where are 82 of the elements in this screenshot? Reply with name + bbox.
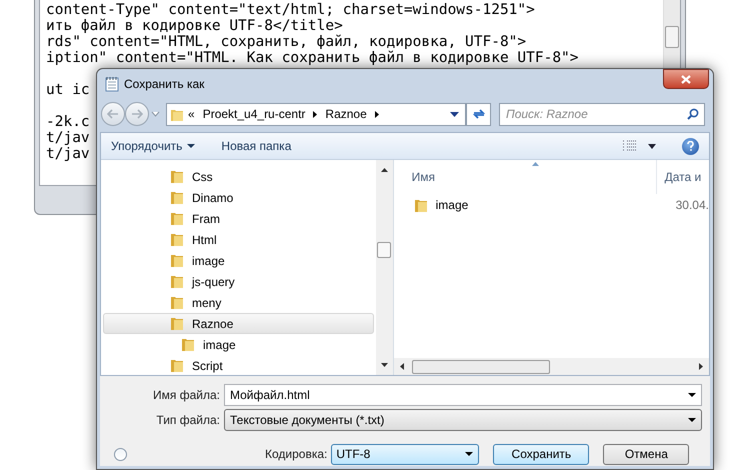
address-bar[interactable]: « Proekt_u4_ru-centr Raznoe <box>166 102 466 126</box>
folder-icon <box>170 253 184 268</box>
code-line: iption" content="HTML. Как сохранить файл в кодировке UTF-8"> <box>46 50 579 66</box>
view-list-icon <box>622 139 638 153</box>
folder-icon <box>181 337 195 352</box>
folder-tree-item[interactable]: Css <box>103 166 374 187</box>
scroll-right-icon <box>699 363 703 370</box>
folder-tree-item[interactable]: Html <box>103 229 374 250</box>
new-folder-button[interactable]: Новая папка <box>221 137 292 155</box>
file-date: 30.04. <box>674 197 709 214</box>
file-name[interactable]: image <box>436 196 668 214</box>
folder-icon <box>170 190 184 205</box>
column-header[interactable]: Имя <box>412 168 656 186</box>
dropdown-arrow-icon <box>450 112 459 116</box>
folder-icon <box>170 232 184 247</box>
folder-tree-item[interactable]: image <box>103 250 374 271</box>
back-arrow-icon <box>107 109 119 119</box>
field-label: Тип файла: <box>155 412 221 429</box>
question-mark-icon <box>687 141 694 151</box>
forward-button[interactable] <box>125 102 149 126</box>
refresh-arrows-icon <box>472 108 486 120</box>
scroll-left-icon <box>400 363 404 370</box>
folder-icon <box>170 358 184 373</box>
organize-menu-button[interactable]: Упорядочить <box>111 137 196 155</box>
window-title: Сохранить как <box>124 76 204 93</box>
folder-icon <box>170 169 184 184</box>
field-label: Имя файла: <box>152 387 221 404</box>
save-button[interactable]: Сохранить <box>493 444 590 464</box>
field-label: Кодировка: <box>265 446 328 463</box>
folder-tree-item[interactable]: image <box>103 334 374 355</box>
chevron-icon[interactable] <box>374 110 379 118</box>
code-line: -2k.c <box>46 114 90 130</box>
forward-arrow-icon <box>131 109 143 119</box>
search-field[interactable]: Поиск: Raznoe <box>499 102 705 126</box>
sort-arrow-icon <box>532 162 539 166</box>
breadcrumb-overflow[interactable]: « <box>188 105 195 123</box>
scroll-down-icon <box>380 363 388 367</box>
folder-tree-item[interactable]: Script <box>103 355 374 376</box>
folder-tree-item[interactable]: js-query <box>103 271 374 292</box>
dropdown-arrow-icon[interactable] <box>688 393 696 397</box>
code-line: t/jav <box>46 130 90 146</box>
folder-tree-item[interactable]: Fram <box>103 208 374 229</box>
scroll-up-icon <box>380 168 388 172</box>
scroll-thumb[interactable] <box>377 242 392 258</box>
caret-icon <box>187 144 196 148</box>
horizontal-scrollbar[interactable] <box>394 358 709 375</box>
close-button[interactable] <box>663 69 709 89</box>
scroll-thumb[interactable] <box>665 26 679 48</box>
code-line: ut ic <box>46 82 90 98</box>
dropdown-arrow-icon <box>648 144 656 148</box>
code-line: ить файл в кодировке UTF-8</title> <box>46 18 343 34</box>
refresh-button[interactable] <box>466 102 491 126</box>
breadcrumb[interactable]: Raznoe <box>325 105 367 123</box>
back-button[interactable] <box>101 102 125 126</box>
close-icon <box>681 74 691 84</box>
folder-tree-item[interactable]: Raznoe <box>103 313 374 334</box>
folder-icon <box>170 211 184 226</box>
chevron-icon[interactable] <box>313 110 318 118</box>
search-icon <box>687 108 699 120</box>
folder-tree-item[interactable]: meny <box>103 292 374 313</box>
help-button[interactable] <box>682 138 699 154</box>
folder-icon <box>170 316 184 331</box>
code-line: content-Type" content="text/html; charset=windows-1251"> <box>46 2 535 18</box>
folder-icon <box>170 295 184 310</box>
folder-icon <box>414 198 428 212</box>
notepad-icon <box>105 76 119 92</box>
folder-icon <box>170 274 184 289</box>
file-name-field[interactable]: Мойфайл.html <box>224 384 702 406</box>
radio-button[interactable] <box>114 448 127 460</box>
scroll-thumb[interactable] <box>412 360 550 374</box>
code-line: t/jav <box>46 146 90 162</box>
dropdown-arrow-icon <box>688 418 696 422</box>
file-type-dropdown[interactable]: Текстовые документы (*.txt) <box>224 409 702 431</box>
cancel-button[interactable]: Отмена <box>603 444 690 464</box>
scrollbar[interactable] <box>376 160 393 375</box>
folder-tree-item[interactable]: Dinamo <box>103 187 374 208</box>
dropdown-arrow-icon <box>465 452 474 456</box>
column-header[interactable]: Дата и <box>656 160 702 194</box>
dropdown-arrow-icon <box>151 111 160 117</box>
breadcrumb[interactable]: Proekt_u4_ru-centr <box>202 105 306 123</box>
encoding-dropdown[interactable]: UTF-8 <box>331 444 480 464</box>
code-line: rds" content="HTML, сохранить, файл, кодировка, UTF-8"> <box>46 34 526 50</box>
